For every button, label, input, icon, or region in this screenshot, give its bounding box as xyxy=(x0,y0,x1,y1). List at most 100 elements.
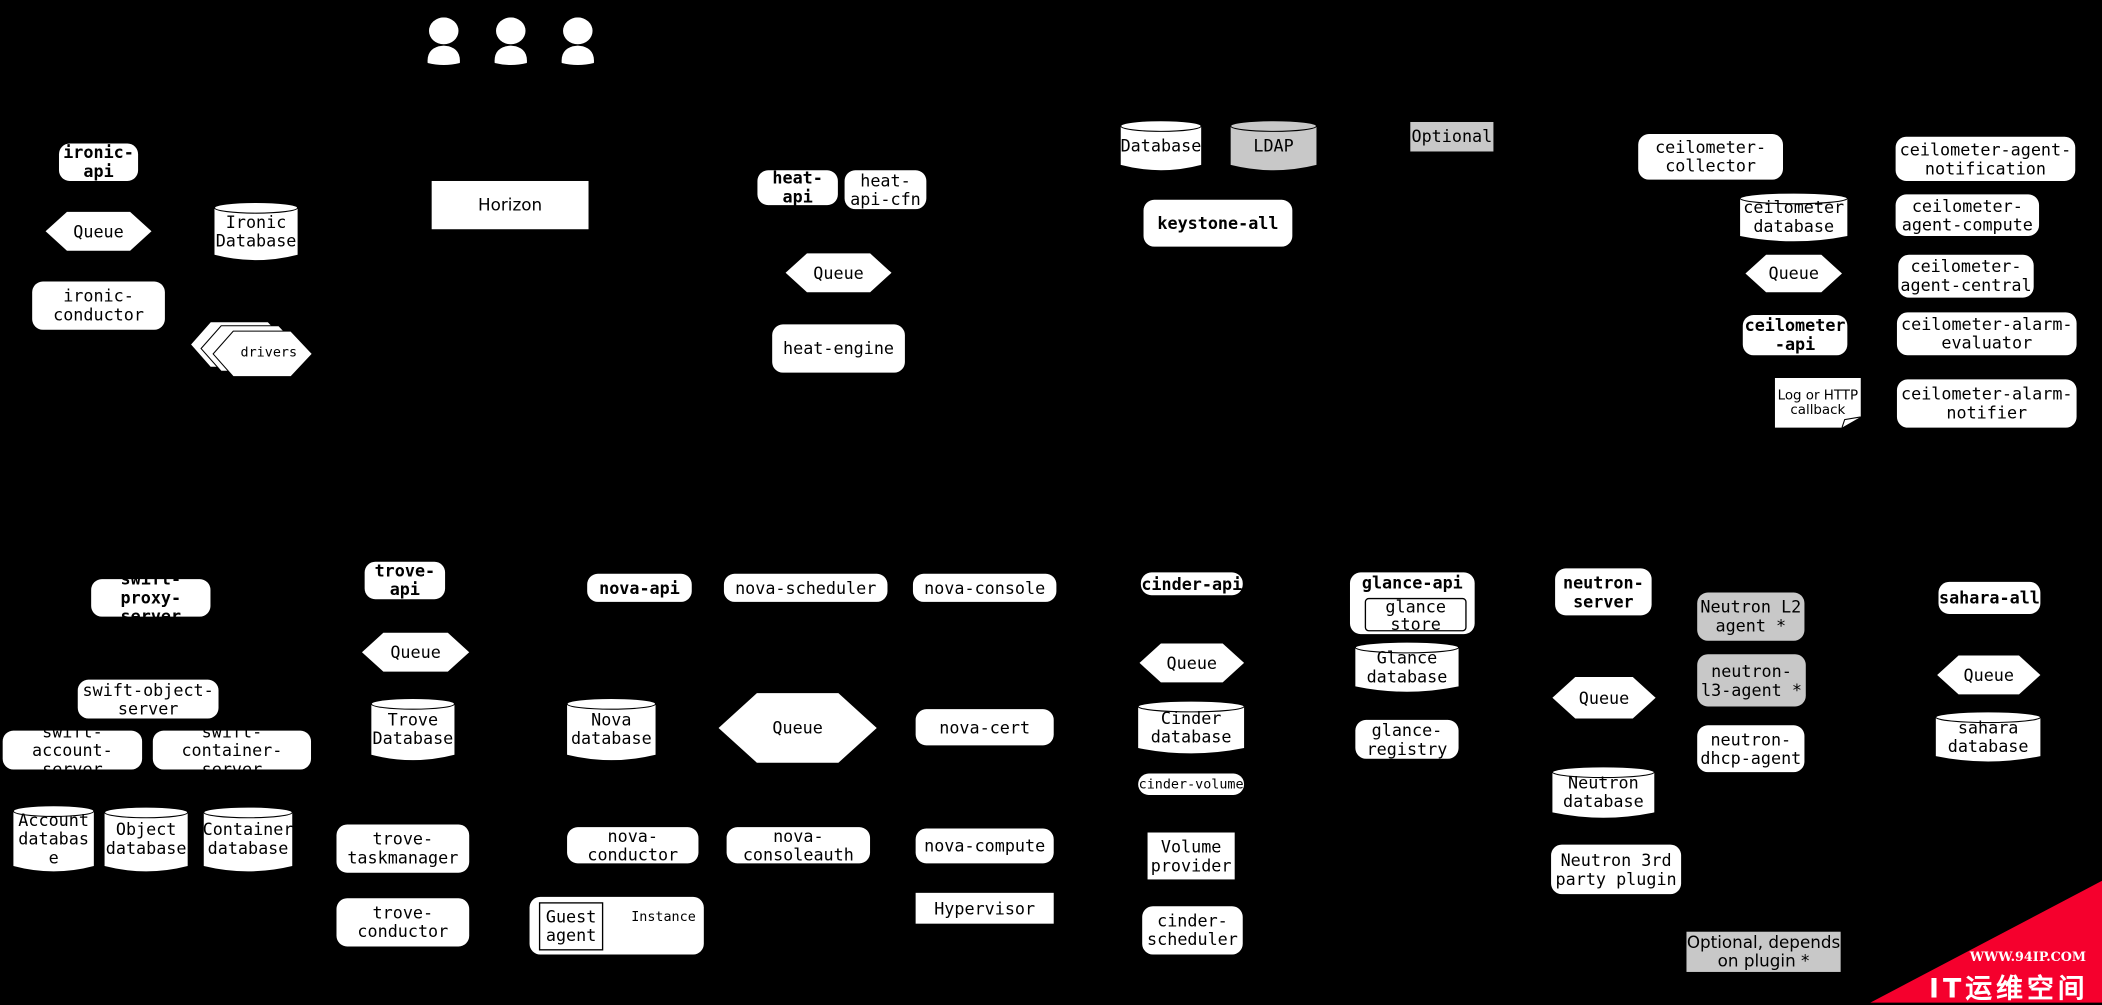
ironic-api-node: ironic- api xyxy=(58,142,139,181)
node-label: Neutron 3rd party plugin xyxy=(1555,849,1677,889)
ironic-conductor-node: ironic- conductor xyxy=(32,281,165,330)
neutron-queue-queue-shape: Queue xyxy=(1552,677,1656,719)
watermark-name: IT运维空间 xyxy=(1928,971,2089,1005)
node-label: Neutron L2 agent * xyxy=(1700,596,1802,636)
node-label: drivers xyxy=(240,345,298,361)
guest-agent-node: Guest agent xyxy=(538,902,604,951)
glance-db-database: Glance database xyxy=(1354,641,1460,692)
cinder-volume-node: cinder-volume xyxy=(1138,773,1245,795)
node-label: ironic- conductor xyxy=(53,285,144,325)
volume-provider-node: Volume provider xyxy=(1147,832,1235,880)
node-label: Cinder database xyxy=(1150,707,1232,747)
node-label: swift-object- server xyxy=(82,679,214,718)
node-label: Trove Database xyxy=(372,709,454,749)
glance-api-node: glance-api glance store xyxy=(1349,572,1475,635)
nova-db-database: Nova database xyxy=(566,697,657,761)
node-label: ceilometer- collector xyxy=(1655,136,1767,176)
neutron-plugin-node: Neutron 3rd party plugin xyxy=(1551,844,1682,895)
ceilometer-collector-node: ceilometer- collector xyxy=(1638,134,1783,180)
node-label: glance-api xyxy=(1361,572,1463,593)
log-callback-node: Log or HTTP callback xyxy=(1774,378,1861,428)
node-label: ceilometer database xyxy=(1743,197,1845,236)
node-label: Queue xyxy=(1166,652,1218,673)
node-label: glance- registry xyxy=(1366,719,1448,759)
node-label: trove- taskmanager xyxy=(347,828,459,868)
trove-api-node: trove- api xyxy=(364,560,446,600)
hypervisor-node: Hypervisor xyxy=(915,892,1054,924)
node-label: nova-console xyxy=(924,577,1046,598)
node-label: Log or HTTP callback xyxy=(1777,388,1859,418)
heat-queue-queue-shape: Queue xyxy=(785,253,892,293)
node-label: Hypervisor xyxy=(934,897,1036,918)
node-label: keystone-all xyxy=(1157,212,1279,233)
object-db-database: Object database xyxy=(104,806,189,872)
node-label: Database xyxy=(1120,134,1202,155)
node-label: Queue xyxy=(390,641,441,662)
node-label: sahara-all xyxy=(1938,587,2040,608)
alarm-notifier-node: ceilometer-alarm- notifier xyxy=(1896,379,2077,428)
node-label: neutron- dhcp-agent xyxy=(1700,728,1802,768)
node-label: Optional xyxy=(1411,126,1493,147)
heat-api-node: heat-api xyxy=(757,168,838,206)
node-label: cinder-volume xyxy=(1138,776,1244,792)
trove-taskmanager-node: trove- taskmanager xyxy=(336,824,470,873)
horizon-node: Horizon xyxy=(431,180,589,230)
agent-notification-node: ceilometer-agent- notification xyxy=(1895,136,2076,181)
node-label: ironic- api xyxy=(63,142,134,181)
node-label: ceilometer- agent-central xyxy=(1900,256,2032,295)
nova-compute-node: nova-compute xyxy=(915,828,1054,864)
node-label: nova-api xyxy=(599,577,680,598)
node-label: Object database xyxy=(105,819,187,858)
trove-db-database: Trove Database xyxy=(370,697,455,761)
node-label: ceilometer-alarm- notifier xyxy=(1901,383,2073,423)
trove-conductor-node: trove- conductor xyxy=(336,898,470,947)
node-label: nova-scheduler xyxy=(735,577,877,598)
node-label: Horizon xyxy=(478,194,543,215)
neutron-l3-node: neutron- l3-agent * xyxy=(1697,654,1806,707)
node-label: Volume provider xyxy=(1150,835,1232,875)
agent-compute-node: ceilometer- agent-compute xyxy=(1895,194,2040,236)
trove-queue-queue-shape: Queue xyxy=(361,632,470,672)
node-label: Queue xyxy=(1578,687,1630,708)
cinder-api-node: cinder-api xyxy=(1140,572,1243,596)
person-icon xyxy=(493,17,528,66)
keystone-all-node: keystone-all xyxy=(1143,199,1293,247)
node-label: Ironic Database xyxy=(215,211,297,251)
nova-conductor-node: nova- conductor xyxy=(567,826,699,864)
node-label: trove- api xyxy=(374,560,436,600)
glance-registry-node: glance- registry xyxy=(1355,719,1459,759)
agent-central-node: ceilometer- agent-central xyxy=(1898,254,2034,298)
neutron-l2-node: Neutron L2 agent * xyxy=(1697,592,1805,641)
neutron-server-node: neutron- server xyxy=(1555,568,1652,616)
node-label: Queue xyxy=(73,220,124,241)
node-label: trove- conductor xyxy=(357,902,449,942)
instance-node: Instance Guest agent xyxy=(529,896,704,955)
ceilometer-api-node: ceilometer -api xyxy=(1742,315,1848,356)
node-label: Account databas e xyxy=(18,809,89,867)
ldap-database: LDAP xyxy=(1230,120,1318,171)
sahara-all-node: sahara-all xyxy=(1938,581,2041,614)
sahara-queue-queue-shape: Queue xyxy=(1937,655,2041,695)
ceilometer-db-database: ceilometer database xyxy=(1739,192,1848,242)
nova-scheduler-node: nova-scheduler xyxy=(723,573,888,602)
node-label: heat- api-cfn xyxy=(850,169,921,209)
neutron-dhcp-node: neutron- dhcp-agent xyxy=(1697,725,1805,773)
node-label: Glance database xyxy=(1366,646,1448,686)
node-label: swift-account- server xyxy=(32,720,113,779)
container-db-database: Container database xyxy=(203,806,293,872)
keystone-db-database: Database xyxy=(1120,120,1202,171)
ironic-queue-queue-shape: Queue xyxy=(45,211,152,251)
sahara-db-database: sahara database xyxy=(1935,711,2041,762)
neutron-db-database: Neutron database xyxy=(1551,766,1655,818)
glance-store-node: glance store xyxy=(1364,597,1467,632)
drivers-stack: drivers xyxy=(189,321,314,378)
swift-proxy-node: swift-proxy- server xyxy=(91,569,211,625)
watermark-url: WWW.94IP.COM xyxy=(1969,950,2086,966)
person-icon xyxy=(426,17,461,66)
ironic-db-database: Ironic Database xyxy=(213,201,299,261)
nova-consoleauth-node: nova- consoleauth xyxy=(726,826,871,864)
optional-plugin-node: Optional, depends on plugin * xyxy=(1686,931,1841,972)
node-label: nova-compute xyxy=(924,835,1046,856)
node-label: heat-engine xyxy=(783,337,895,358)
nova-api-node: nova-api xyxy=(587,573,692,602)
